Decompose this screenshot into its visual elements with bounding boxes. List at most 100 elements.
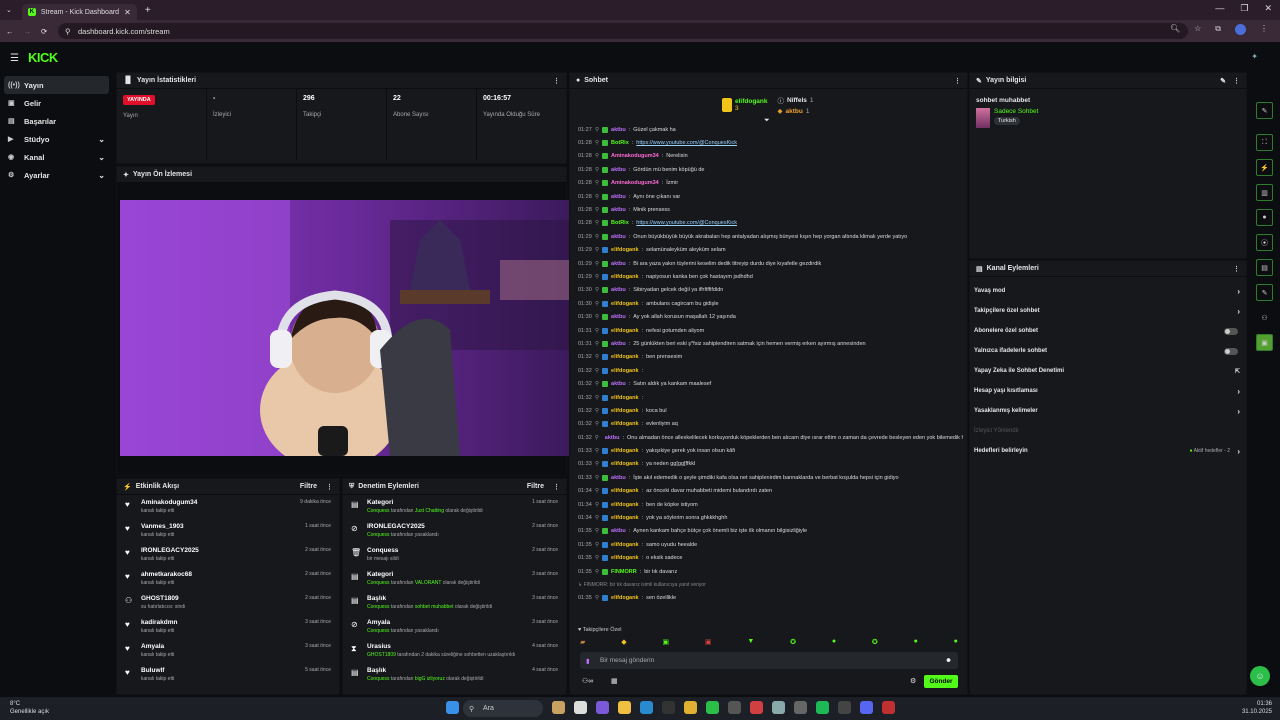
- chat-username[interactable]: FINMORR: [611, 569, 637, 575]
- channel-action-row[interactable]: Yalnızca ifadelerle sohbet: [970, 341, 1246, 361]
- sidebar-item-basarilar[interactable]: ▤ Başarılar: [0, 112, 113, 130]
- top-chatter[interactable]: ◆ aktbu 1: [778, 107, 814, 116]
- chat-username[interactable]: elifdogank: [611, 354, 639, 360]
- sidebar-item-yayin[interactable]: ((•)) Yayın: [4, 76, 109, 94]
- moderation-actor[interactable]: Conquess: [367, 508, 390, 514]
- moderation-actor[interactable]: Conquess: [367, 628, 390, 634]
- chat-username[interactable]: elifdogank: [611, 395, 639, 401]
- emote-icon[interactable]: ▣: [705, 638, 712, 646]
- activity-user[interactable]: GHOST1809: [141, 595, 185, 602]
- start-icon[interactable]: [446, 701, 459, 714]
- app-icon[interactable]: [838, 701, 851, 714]
- more-options-icon[interactable]: ⋮: [954, 77, 961, 85]
- browser-tab[interactable]: K Stream - Kick Dashboard ✕: [21, 4, 137, 20]
- profile-avatar[interactable]: [1235, 24, 1246, 35]
- filter-button[interactable]: Filtre: [527, 483, 544, 490]
- flash-tool-icon[interactable]: ⚡: [1256, 159, 1273, 176]
- chat-tool-icon[interactable]: ●: [1256, 209, 1273, 226]
- close-tab-icon[interactable]: ✕: [124, 8, 131, 17]
- discord-icon[interactable]: [860, 701, 873, 714]
- more-options-icon[interactable]: ⋮: [1233, 265, 1240, 273]
- emote-icon[interactable]: ▰: [580, 638, 585, 646]
- sidebar-item-ayarlar[interactable]: ⚙ Ayarlar ⌄: [0, 166, 113, 184]
- taskbar-clock[interactable]: 01:36 31.10.2025: [1242, 700, 1272, 716]
- expand-tool-icon[interactable]: ⛶: [1256, 134, 1273, 151]
- chat-username[interactable]: aktbu: [611, 528, 626, 534]
- emote-icon[interactable]: ✪: [790, 638, 796, 646]
- tab-list-icon[interactable]: ⌄: [6, 6, 12, 14]
- chat-message-input[interactable]: ▮ Bir mesaj gönderin ☻: [580, 652, 958, 669]
- site-info-icon[interactable]: ⚲: [65, 27, 71, 36]
- channel-action-row[interactable]: Yavaş mod ›: [970, 281, 1246, 301]
- activity-user[interactable]: IRONLEGACY2025: [141, 547, 199, 554]
- chat-username[interactable]: aktbu: [611, 194, 626, 200]
- stream-video-preview[interactable]: [120, 200, 575, 456]
- channel-action-row[interactable]: Takipçilere özel sohbet ›: [970, 301, 1246, 321]
- app-icon[interactable]: [794, 701, 807, 714]
- filter-button[interactable]: Filtre: [300, 483, 317, 490]
- chat-username[interactable]: BotRix: [611, 140, 629, 146]
- app-icon[interactable]: [574, 701, 587, 714]
- settings-icon[interactable]: ⚙: [910, 677, 916, 685]
- chat-username[interactable]: elifdogank: [611, 301, 639, 307]
- chat-username[interactable]: elifdogank: [611, 515, 639, 521]
- category-name[interactable]: Sadece Sohbet: [994, 108, 1038, 115]
- more-options-icon[interactable]: ⋮: [553, 77, 560, 85]
- whatsapp-icon[interactable]: [706, 701, 719, 714]
- chat-tools-icon[interactable]: ⚇∞: [582, 677, 593, 685]
- layout-tool-icon[interactable]: ▤: [1256, 259, 1273, 276]
- emote-icon[interactable]: ◆: [621, 638, 626, 646]
- sidebar-item-studyo[interactable]: ▶ Stüdyo ⌄: [0, 130, 113, 148]
- app-icon[interactable]: [882, 701, 895, 714]
- emote-icon[interactable]: ●: [832, 638, 836, 646]
- broadcast-tool-icon[interactable]: ⦿: [1256, 234, 1273, 251]
- top-chatter[interactable]: ⓘ Niffels 1: [778, 95, 814, 106]
- chat-username[interactable]: elifdogank: [611, 421, 639, 427]
- chrome-icon[interactable]: [684, 701, 697, 714]
- pencil-icon[interactable]: ✎: [1220, 77, 1226, 85]
- chat-username[interactable]: elifdogank: [611, 542, 639, 548]
- toggle-switch[interactable]: [1224, 327, 1238, 335]
- sidebar-item-gelir[interactable]: ▣ Gelir: [0, 94, 113, 112]
- hamburger-menu-icon[interactable]: ☰: [10, 53, 19, 64]
- wrench-tool-icon[interactable]: ✎: [1256, 284, 1273, 301]
- app-icon[interactable]: [662, 701, 675, 714]
- chat-username[interactable]: aktbu: [611, 287, 626, 293]
- zoom-icon[interactable]: 🔍︎: [1170, 24, 1180, 35]
- taskbar-search[interactable]: ⚲ Ara: [463, 700, 543, 717]
- chat-username[interactable]: Aminakodugum34: [611, 180, 659, 186]
- chat-username[interactable]: elifdogank: [611, 247, 639, 253]
- sidebar-item-kanal[interactable]: ◉ Kanal ⌄: [0, 148, 113, 166]
- emote-icon[interactable]: ●: [914, 638, 918, 646]
- app-icon[interactable]: [728, 701, 741, 714]
- emote-icon[interactable]: ●: [954, 638, 958, 646]
- spotify-icon[interactable]: [816, 701, 829, 714]
- chat-username[interactable]: aktbu: [611, 314, 626, 320]
- chat-username[interactable]: Aminakodugum34: [611, 153, 659, 159]
- activity-user[interactable]: Amyala: [141, 643, 174, 650]
- activity-user[interactable]: ahmetkarakoc68: [141, 571, 192, 578]
- notification-icon[interactable]: ✦: [1251, 52, 1258, 61]
- chat-username[interactable]: aktbu: [611, 127, 626, 133]
- channel-action-row[interactable]: Hesap yaşı kısıtlaması ›: [970, 381, 1246, 401]
- app-icon[interactable]: [772, 701, 785, 714]
- chat-username[interactable]: aktbu: [611, 261, 626, 267]
- activity-user[interactable]: Buluwlf: [141, 667, 174, 674]
- chat-username[interactable]: elifdogank: [611, 368, 639, 374]
- help-icon[interactable]: ☺: [1250, 666, 1270, 686]
- channel-action-row[interactable]: Hedefleri belirleyin ● Aktif hedefler - 2…: [970, 441, 1246, 461]
- chat-username[interactable]: elifdogank: [611, 488, 639, 494]
- chat-username[interactable]: elifdogank: [611, 555, 639, 561]
- moderation-actor[interactable]: Conquess: [367, 604, 390, 610]
- chat-username[interactable]: aktbu: [611, 207, 626, 213]
- menu-icon[interactable]: ⋮: [1260, 24, 1268, 35]
- chat-username[interactable]: BotRix: [611, 220, 629, 226]
- close-window-icon[interactable]: ✕: [1264, 3, 1272, 14]
- channel-action-row[interactable]: Yasaklanmış kelimeler ›: [970, 401, 1246, 421]
- calendar-icon[interactable]: ▦: [611, 677, 618, 685]
- file-explorer-icon[interactable]: [618, 701, 631, 714]
- chat-username[interactable]: aktbu: [611, 381, 626, 387]
- app-icon[interactable]: [552, 701, 565, 714]
- top-chatter[interactable]: elifdogank 3: [722, 95, 768, 115]
- chat-text[interactable]: https://www.youtube.com/@ConquesKick: [636, 140, 737, 146]
